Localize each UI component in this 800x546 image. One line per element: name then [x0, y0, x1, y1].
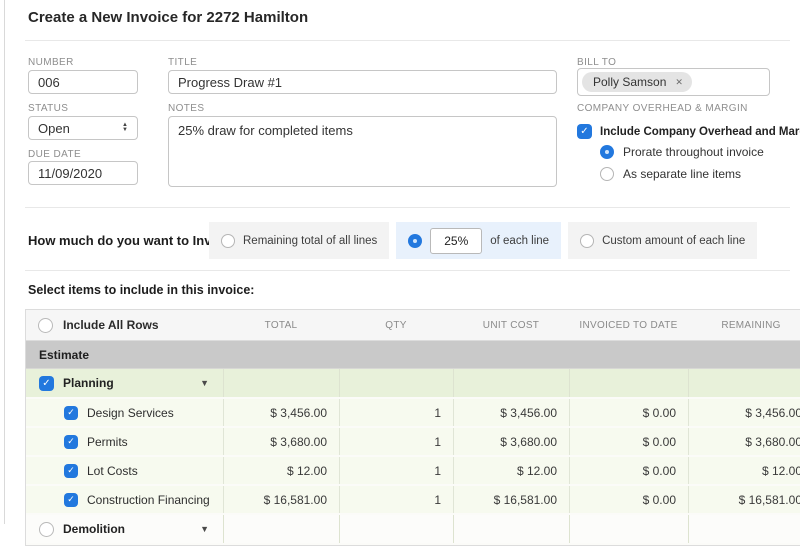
- cell-total: $ 3,680.00: [223, 428, 339, 455]
- items-table: Include All Rows TOTAL QTY UNIT COST INV…: [25, 309, 800, 546]
- checkbox-checked-icon[interactable]: ✓: [577, 124, 592, 139]
- include-all-rows-label: Include All Rows: [63, 318, 159, 332]
- radio-unselected-icon[interactable]: [600, 167, 614, 181]
- notes-textarea[interactable]: 25% draw for completed items: [168, 116, 557, 187]
- recipient-chip[interactable]: Polly Samson ✕: [582, 72, 692, 92]
- cell-remaining: $ 3,456.00: [688, 399, 800, 426]
- option-remaining-total[interactable]: Remaining total of all lines: [209, 222, 390, 259]
- item-label: Lot Costs: [87, 463, 138, 478]
- invoice-amount-options: Remaining total of all lines 25% of each…: [209, 222, 758, 259]
- include-overhead-checkbox-row[interactable]: ✓ Include Company Overhead and Margin: [577, 124, 800, 139]
- cell-invoiced-to-date: $ 0.00: [569, 399, 688, 426]
- option-remaining-total-label: Remaining total of all lines: [243, 234, 378, 247]
- percent-input[interactable]: 25%: [430, 227, 483, 254]
- checkbox-checked-icon[interactable]: ✓: [64, 463, 78, 478]
- cell-total: $ 3,456.00: [223, 399, 339, 426]
- column-header-unit-cost: UNIT COST: [482, 319, 540, 331]
- select-arrows-icon: ▲ ▼: [122, 122, 128, 133]
- title-label: TITLE: [168, 57, 198, 68]
- cell-invoiced-to-date: $ 0.00: [569, 486, 688, 513]
- bill-to-input[interactable]: Polly Samson ✕: [577, 68, 770, 96]
- cell-remaining: $ 12.00: [688, 457, 800, 484]
- cell-remaining: $ 16,581.00: [688, 486, 800, 513]
- category-row-demolition: Demolition ▼: [26, 515, 800, 545]
- due-date-label: DUE DATE: [28, 149, 82, 160]
- item-row-construction-financing: ✓ Construction Financing $ 16,581.00 1 $…: [26, 486, 800, 515]
- radio-selected-icon[interactable]: [408, 233, 423, 248]
- checkbox-checked-icon[interactable]: ✓: [64, 405, 78, 420]
- prorate-label: Prorate throughout invoice: [623, 145, 764, 159]
- cell-unit-cost: $ 3,456.00: [453, 399, 569, 426]
- panel-left-edge: [4, 0, 5, 524]
- category-label: Planning: [63, 376, 114, 390]
- cell-remaining: $ 3,680.00: [688, 428, 800, 455]
- column-header-remaining: REMAINING: [721, 319, 781, 331]
- recipient-chip-label: Polly Samson: [593, 75, 667, 89]
- item-label: Design Services: [87, 405, 174, 420]
- radio-selected-icon[interactable]: [600, 145, 614, 159]
- option-custom-amount-label: Custom amount of each line: [602, 234, 746, 247]
- number-label: NUMBER: [28, 57, 74, 68]
- column-header-invoiced-to-date: INVOICED TO DATE: [579, 319, 678, 331]
- item-row-lot-costs: ✓ Lot Costs $ 12.00 1 $ 12.00 $ 0.00 $ 1…: [26, 457, 800, 486]
- cell-qty: 1: [339, 399, 453, 426]
- cell-invoiced-to-date: $ 0.00: [569, 428, 688, 455]
- page-title: Create a New Invoice for 2272 Hamilton: [28, 9, 309, 26]
- collapse-caret-icon[interactable]: ▼: [200, 524, 209, 534]
- cell-unit-cost: $ 3,680.00: [453, 428, 569, 455]
- column-header-total: TOTAL: [264, 319, 298, 331]
- divider: [25, 270, 790, 271]
- cell-unit-cost: $ 16,581.00: [453, 486, 569, 513]
- cell-qty: 1: [339, 428, 453, 455]
- option-percent-of-each-line[interactable]: 25% of each line: [396, 222, 562, 259]
- divider: [25, 40, 790, 41]
- bill-to-label: BILL TO: [577, 57, 617, 68]
- checkbox-checked-icon[interactable]: ✓: [64, 492, 78, 507]
- cell-qty: 1: [339, 486, 453, 513]
- separate-lines-radio-row[interactable]: As separate line items: [600, 167, 741, 181]
- cell-unit-cost: $ 12.00: [453, 457, 569, 484]
- overhead-section-label: COMPANY OVERHEAD & MARGIN: [577, 103, 748, 114]
- radio-unselected-icon[interactable]: [221, 233, 235, 248]
- include-overhead-label: Include Company Overhead and Margin: [600, 125, 800, 138]
- cell-total: $ 12.00: [223, 457, 339, 484]
- table-header-row: Include All Rows TOTAL QTY UNIT COST INV…: [26, 310, 800, 341]
- cell-invoiced-to-date: $ 0.00: [569, 457, 688, 484]
- checkbox-checked-icon[interactable]: ✓: [39, 375, 54, 391]
- column-header-qty: QTY: [385, 319, 407, 331]
- number-input[interactable]: 006: [28, 70, 138, 94]
- chip-remove-icon[interactable]: ✕: [675, 77, 683, 88]
- items-table-heading: Select items to include in this invoice:: [28, 283, 255, 297]
- group-label: Estimate: [39, 347, 90, 362]
- item-label: Construction Financing: [87, 492, 210, 507]
- category-row-planning: ✓ Planning ▼: [26, 369, 800, 399]
- option-percent-label: of each line: [490, 234, 550, 247]
- due-date-input[interactable]: 11/09/2020: [28, 161, 138, 185]
- category-label: Demolition: [63, 522, 125, 536]
- notes-label: NOTES: [168, 103, 205, 114]
- separate-lines-label: As separate line items: [623, 167, 742, 181]
- status-value: Open: [38, 120, 70, 136]
- item-row-permits: ✓ Permits $ 3,680.00 1 $ 3,680.00 $ 0.00…: [26, 428, 800, 457]
- status-label: STATUS: [28, 103, 69, 114]
- divider: [25, 207, 790, 208]
- include-all-rows-checkbox[interactable]: [38, 317, 53, 333]
- option-custom-amount[interactable]: Custom amount of each line: [568, 222, 758, 259]
- cell-qty: 1: [339, 457, 453, 484]
- radio-unselected-icon[interactable]: [580, 233, 595, 248]
- item-row-design-services: ✓ Design Services $ 3,456.00 1 $ 3,456.0…: [26, 399, 800, 428]
- prorate-radio-row[interactable]: Prorate throughout invoice: [600, 145, 764, 159]
- status-select[interactable]: Open ▲ ▼: [28, 116, 138, 140]
- group-row-estimate: Estimate: [26, 341, 800, 369]
- item-label: Permits: [87, 434, 128, 449]
- checkbox-checked-icon[interactable]: ✓: [64, 434, 78, 449]
- cell-total: $ 16,581.00: [223, 486, 339, 513]
- title-input[interactable]: Progress Draw #1: [168, 70, 557, 94]
- collapse-caret-icon[interactable]: ▼: [200, 378, 209, 388]
